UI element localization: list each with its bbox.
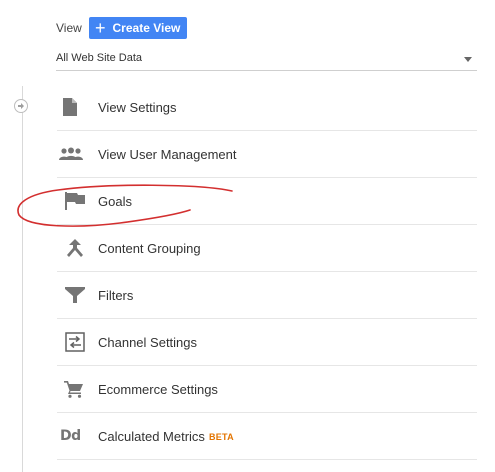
menu-item-label: View Settings bbox=[98, 99, 177, 115]
menu-item-channel-settings[interactable]: Channel Settings bbox=[57, 319, 477, 366]
dd-icon: Dd bbox=[57, 424, 93, 448]
cart-icon bbox=[57, 377, 93, 401]
dd-icon-text: Dd bbox=[60, 428, 81, 444]
menu-item-ecommerce-settings[interactable]: Ecommerce Settings bbox=[57, 366, 477, 413]
beta-badge: BETA bbox=[208, 431, 234, 442]
create-view-button[interactable]: + Create View bbox=[89, 17, 187, 39]
document-icon bbox=[57, 95, 93, 119]
channel-icon bbox=[57, 330, 93, 354]
people-icon bbox=[57, 142, 93, 166]
view-admin-panel: View + Create View All Web Site Data Vie… bbox=[0, 0, 495, 472]
menu-item-content-grouping[interactable]: Content Grouping bbox=[57, 225, 477, 272]
menu-item-label: Calculated Metrics bbox=[98, 428, 205, 444]
flag-icon bbox=[57, 189, 93, 213]
menu-item-goals[interactable]: Goals bbox=[57, 178, 477, 225]
view-menu: View Settings View User Management Goals… bbox=[57, 84, 477, 460]
menu-item-filters[interactable]: Filters bbox=[57, 272, 477, 319]
view-selector[interactable]: All Web Site Data bbox=[56, 49, 477, 71]
menu-item-calculated-metrics[interactable]: Dd Calculated Metrics BETA bbox=[57, 413, 477, 460]
view-label: View bbox=[56, 21, 82, 35]
dropdown-caret-icon bbox=[464, 57, 472, 62]
plus-icon: + bbox=[95, 17, 106, 38]
menu-item-label: Ecommerce Settings bbox=[98, 381, 218, 397]
create-view-label: Create View bbox=[112, 21, 181, 35]
menu-item-label: View User Management bbox=[98, 146, 237, 162]
menu-item-label: Content Grouping bbox=[98, 240, 201, 256]
menu-item-label: Goals bbox=[98, 193, 132, 209]
merge-icon bbox=[57, 236, 93, 260]
view-selector-value: All Web Site Data bbox=[56, 52, 143, 64]
filter-icon bbox=[57, 283, 93, 307]
menu-item-label: Filters bbox=[98, 287, 134, 303]
arrow-circle-icon bbox=[14, 99, 28, 113]
menu-item-label: Channel Settings bbox=[98, 334, 198, 350]
menu-item-view-user-management[interactable]: View User Management bbox=[57, 131, 477, 178]
timeline-line bbox=[22, 86, 23, 472]
menu-item-view-settings[interactable]: View Settings bbox=[57, 84, 477, 131]
